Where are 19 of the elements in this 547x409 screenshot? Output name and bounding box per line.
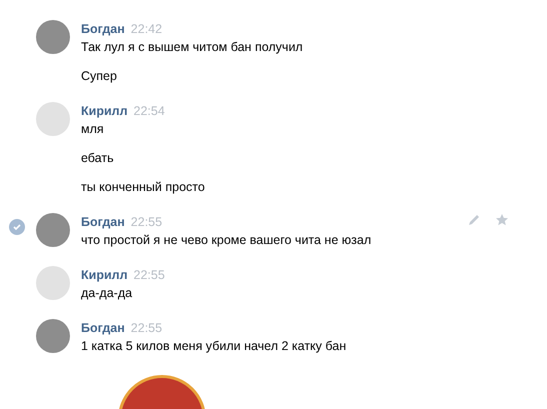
- message-text: Супер: [81, 68, 118, 85]
- author-name[interactable]: Богдан: [81, 213, 125, 231]
- message-text: 1 катка 5 килов меня убили начел 2 катку бан: [81, 338, 346, 355]
- avatar[interactable]: [36, 213, 70, 247]
- checkmark-icon[interactable]: [9, 219, 25, 235]
- message-text: ебать: [81, 150, 115, 167]
- message-text: ты конченный просто: [81, 179, 205, 196]
- star-icon[interactable]: [495, 213, 509, 227]
- message-text: да-да-да: [81, 285, 134, 302]
- author-name[interactable]: Кирилл: [81, 266, 128, 284]
- pencil-icon[interactable]: [467, 213, 481, 227]
- author-name[interactable]: Богдан: [81, 20, 125, 38]
- author-name[interactable]: Богдан: [81, 319, 125, 337]
- author-name[interactable]: Кирилл: [81, 102, 128, 120]
- message-text: мля: [81, 121, 105, 138]
- message-text: Так лул я с вышем читом бан получил: [81, 39, 303, 56]
- message-text: что простой я не чево кроме вашего чита не юзал: [81, 232, 372, 249]
- avatar[interactable]: [36, 319, 70, 353]
- avatar[interactable]: [36, 20, 70, 54]
